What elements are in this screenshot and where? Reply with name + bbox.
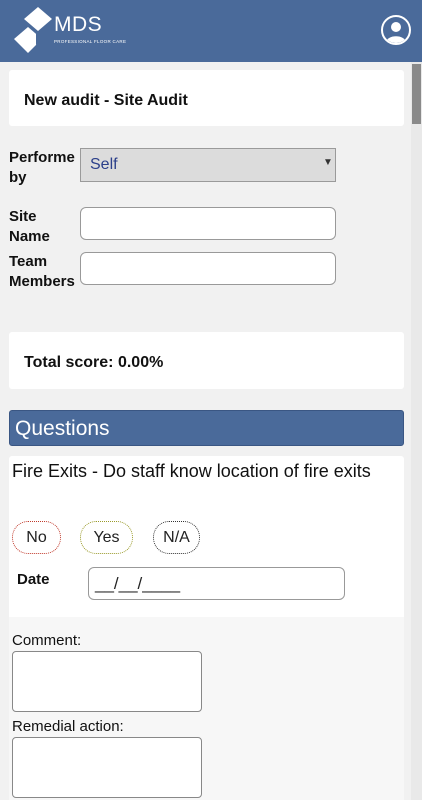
logo-text: MDS [54,13,103,36]
app-header: MDS PROFESSIONAL FLOOR CARE [0,0,422,62]
date-input[interactable]: __/__/____ [88,567,345,600]
questions-title: Questions [15,417,110,440]
team-members-input[interactable] [80,252,336,285]
comment-label: Comment: [12,632,82,649]
scrollbar-track[interactable] [411,62,422,800]
answer-no-button[interactable]: No [12,521,61,554]
total-score: Total score: 0.00% [24,354,164,371]
logo-diamond-icon [14,7,52,53]
page-title: New audit - Site Audit [24,92,188,109]
date-label: Date [17,571,50,588]
site-name-label: Site Name [9,208,50,245]
answer-na-button[interactable]: N/A [153,521,200,554]
performed-by-select[interactable]: Self ▼ [80,148,336,182]
performed-by-value: Self [90,156,118,173]
logo-subtext: PROFESSIONAL FLOOR CARE [54,39,127,44]
dropdown-arrow-icon: ▼ [323,157,333,168]
team-members-label: Team Members [9,253,75,290]
site-name-input[interactable] [80,207,336,240]
user-profile-icon[interactable] [381,15,411,45]
mds-logo[interactable]: MDS PROFESSIONAL FLOOR CARE [14,7,127,55]
date-value: __/__/____ [95,574,181,593]
scrollbar-thumb[interactable] [412,64,421,124]
question-text: Fire Exits - Do staff know location of f… [12,461,371,481]
answer-yes-button[interactable]: Yes [80,521,133,554]
comment-textarea[interactable] [12,651,202,712]
remedial-action-textarea[interactable] [12,737,202,798]
performed-by-label: Performe by [9,149,75,186]
remedial-action-label: Remedial action: [12,718,124,735]
questions-header: Questions [9,410,404,446]
